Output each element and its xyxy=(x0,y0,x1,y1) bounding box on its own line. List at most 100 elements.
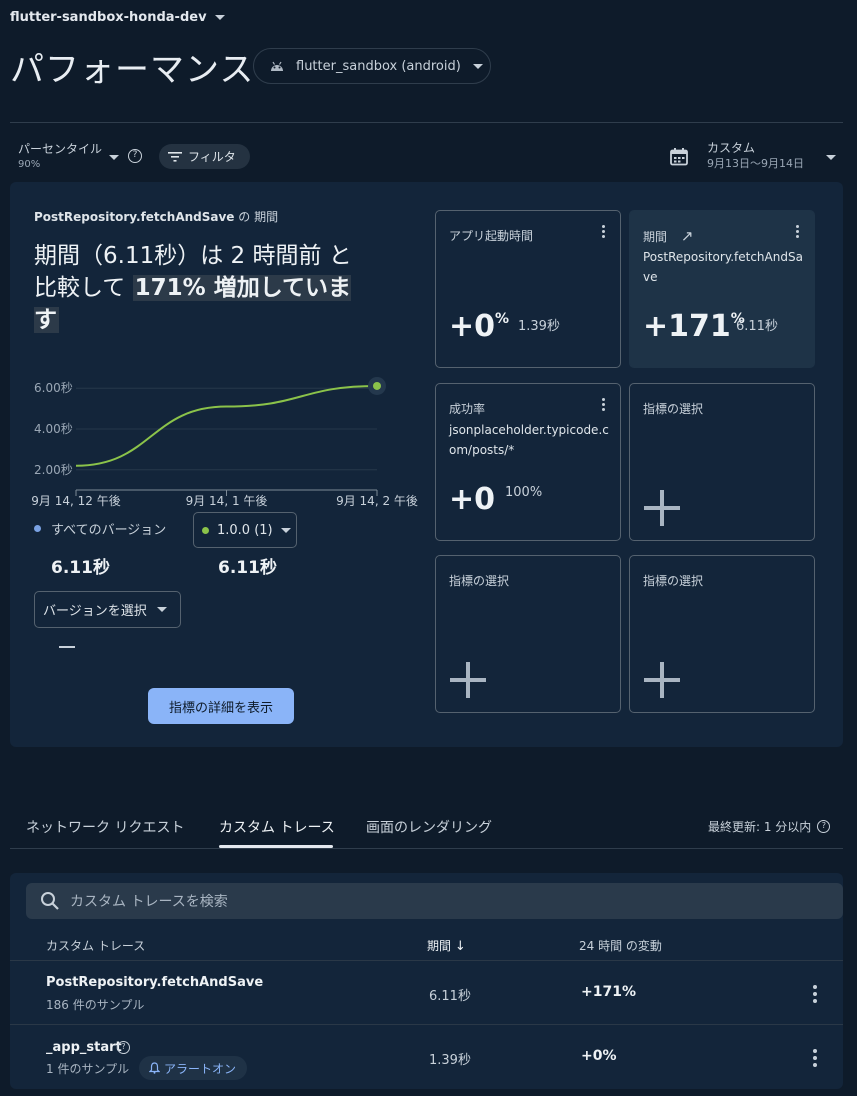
app-selector-label: flutter_sandbox (android) xyxy=(296,58,461,74)
card-title: アプリ起動時間 xyxy=(449,229,534,243)
more-vert-icon[interactable] xyxy=(602,398,606,413)
more-vert-icon[interactable] xyxy=(602,225,606,240)
help-icon[interactable]: ? xyxy=(817,820,831,833)
last-updated-text: 最終更新: 1 分以内 xyxy=(708,820,812,834)
metric-heading-suffix: の 期間 xyxy=(238,210,279,224)
metric-card-select[interactable]: 指標の選択 xyxy=(435,555,621,713)
page-title: パフォーマンス xyxy=(10,50,255,90)
legend-dot-icon xyxy=(34,525,41,532)
card-change: +0 xyxy=(449,482,496,517)
series-line xyxy=(75,384,378,467)
filter-icon xyxy=(168,151,182,162)
tab-screen-rendering[interactable]: 画面のレンダリング xyxy=(366,817,492,837)
trace-duration: 6.11秒 xyxy=(429,989,471,1004)
trace-duration: 1.39秒 xyxy=(429,1053,471,1068)
card-title: 指標の選択 xyxy=(449,574,510,588)
app-selector[interactable]: flutter_sandbox (android) xyxy=(253,48,491,84)
col-header-trace[interactable]: カスタム トレース xyxy=(46,937,145,954)
trace-name[interactable]: _app_start xyxy=(46,1040,122,1055)
row-divider xyxy=(10,960,843,961)
metric-card-select[interactable]: 指標の選択 xyxy=(629,383,815,541)
filter-button[interactable]: フィルタ xyxy=(159,144,250,169)
chevron-down-icon[interactable] xyxy=(826,155,836,160)
card-title: 指標の選択 xyxy=(643,402,704,416)
project-selector[interactable]: flutter-sandbox-honda-dev xyxy=(10,10,225,25)
percentile-value: 90% xyxy=(18,159,41,170)
trace-change: +171% xyxy=(581,984,636,1000)
view-metric-details-button[interactable]: 指標の詳細を表示 xyxy=(148,688,294,724)
open-in-new-arrow-icon: ↗ xyxy=(680,227,694,245)
card-value: 100% xyxy=(505,485,543,500)
add-icon[interactable] xyxy=(644,662,680,698)
metric-card-success-rate[interactable]: 成功率 jsonplaceholder.typicode.com/posts/*… xyxy=(435,383,621,541)
card-title: 期間 ↗ xyxy=(643,227,694,245)
legend-all-label: すべてのバージョン xyxy=(51,523,167,538)
metric-name: PostRepository.fetchAndSave xyxy=(34,210,235,224)
trace-samples: 1 件のサンプル xyxy=(46,1062,130,1076)
calendar-icon[interactable] xyxy=(669,147,689,167)
metric-headline: 期間（6.11秒）は 2 時間前 と比較して 171% 増加しています xyxy=(34,240,374,336)
card-title: 指標の選択 xyxy=(643,574,704,588)
add-icon[interactable] xyxy=(450,662,486,698)
metric-card-select[interactable]: 指標の選択 xyxy=(629,555,815,713)
col-header-change[interactable]: 24 時間 の変動 xyxy=(579,937,662,954)
more-vert-icon[interactable] xyxy=(796,225,800,240)
card-change: +171% xyxy=(643,309,745,344)
add-icon[interactable] xyxy=(644,490,680,526)
y-tick-label: 4.00秒 xyxy=(34,422,73,436)
project-name: flutter-sandbox-honda-dev xyxy=(10,10,207,25)
chevron-down-icon[interactable] xyxy=(109,155,119,160)
search-icon xyxy=(41,892,59,910)
tab-network-requests[interactable]: ネットワーク リクエスト xyxy=(26,817,184,837)
more-vert-icon[interactable] xyxy=(813,985,817,1006)
x-tick-label: 9月 14, 1 午後 xyxy=(186,494,268,508)
range-value: 9月13日〜9月14日 xyxy=(707,157,804,170)
percentile-selector[interactable]: パーセンタイル 90% xyxy=(18,140,102,170)
version-select-dropdown[interactable]: バージョンを選択 xyxy=(34,591,181,628)
bell-icon xyxy=(149,1062,160,1074)
legend-all-versions: すべてのバージョン xyxy=(34,519,166,538)
legend-all-value: 6.11秒 xyxy=(51,558,110,578)
help-icon[interactable]: ? xyxy=(117,1041,130,1054)
help-icon[interactable]: ? xyxy=(128,149,142,163)
row-divider xyxy=(10,1024,843,1025)
version-dropdown[interactable]: 1.0.0 (1) xyxy=(193,512,297,548)
chevron-down-icon xyxy=(280,527,291,533)
card-subtitle: jsonplaceholder.typicode.com/posts/* xyxy=(449,423,609,457)
card-subtitle: PostRepository.fetchAndSave xyxy=(643,250,803,284)
tab-custom-traces[interactable]: カスタム トレース xyxy=(219,817,335,837)
card-title: 成功率 xyxy=(449,402,486,416)
duration-line-chart: 2.00秒 4.00秒 6.00秒 9月 14, 12 午後 9月 14, 1 午後 9月… xyxy=(31,376,418,508)
more-vert-icon[interactable] xyxy=(813,1049,817,1070)
col-header-duration[interactable]: 期間 ↓ xyxy=(427,937,466,954)
alert-on-chip[interactable]: アラートオン xyxy=(139,1056,247,1080)
filter-label: フィルタ xyxy=(188,150,236,164)
divider xyxy=(10,122,843,123)
active-tab-indicator xyxy=(219,845,333,848)
y-tick-label: 6.00秒 xyxy=(34,381,73,395)
trace-name[interactable]: PostRepository.fetchAndSave xyxy=(46,975,263,990)
card-change: +0% xyxy=(449,309,510,344)
date-range-selector[interactable]: カスタム 9月13日〜9月14日 xyxy=(707,140,804,172)
arrow-down-icon: ↓ xyxy=(454,939,466,954)
chevron-down-icon xyxy=(156,607,167,612)
version-label: 1.0.0 (1) xyxy=(217,522,273,538)
legend-version-value: 6.11秒 xyxy=(218,558,277,578)
version-select-label: バージョンを選択 xyxy=(43,604,147,619)
metric-card-app-start[interactable]: アプリ起動時間 +0% 1.39秒 xyxy=(435,210,621,368)
chevron-down-icon xyxy=(214,15,225,20)
version-select-empty-value xyxy=(59,646,75,648)
range-label: カスタム xyxy=(707,141,756,155)
android-icon xyxy=(271,61,283,71)
percentile-label: パーセンタイル xyxy=(18,142,103,156)
metric-card-duration[interactable]: 期間 ↗ PostRepository.fetchAndSave +171% 6… xyxy=(629,210,815,368)
metric-heading: PostRepository.fetchAndSave の 期間 xyxy=(34,208,278,225)
legend-dot-icon xyxy=(202,526,209,534)
alert-label: アラートオン xyxy=(164,1061,237,1076)
trace-samples: 186 件のサンプル xyxy=(46,998,145,1012)
search-placeholder: カスタム トレースを検索 xyxy=(70,894,228,910)
data-point[interactable] xyxy=(373,381,381,390)
search-bar[interactable]: カスタム トレースを検索 xyxy=(26,883,843,919)
last-updated: 最終更新: 1 分以内 ? xyxy=(708,818,831,835)
x-tick-label: 9月 14, 12 午後 xyxy=(31,494,120,508)
